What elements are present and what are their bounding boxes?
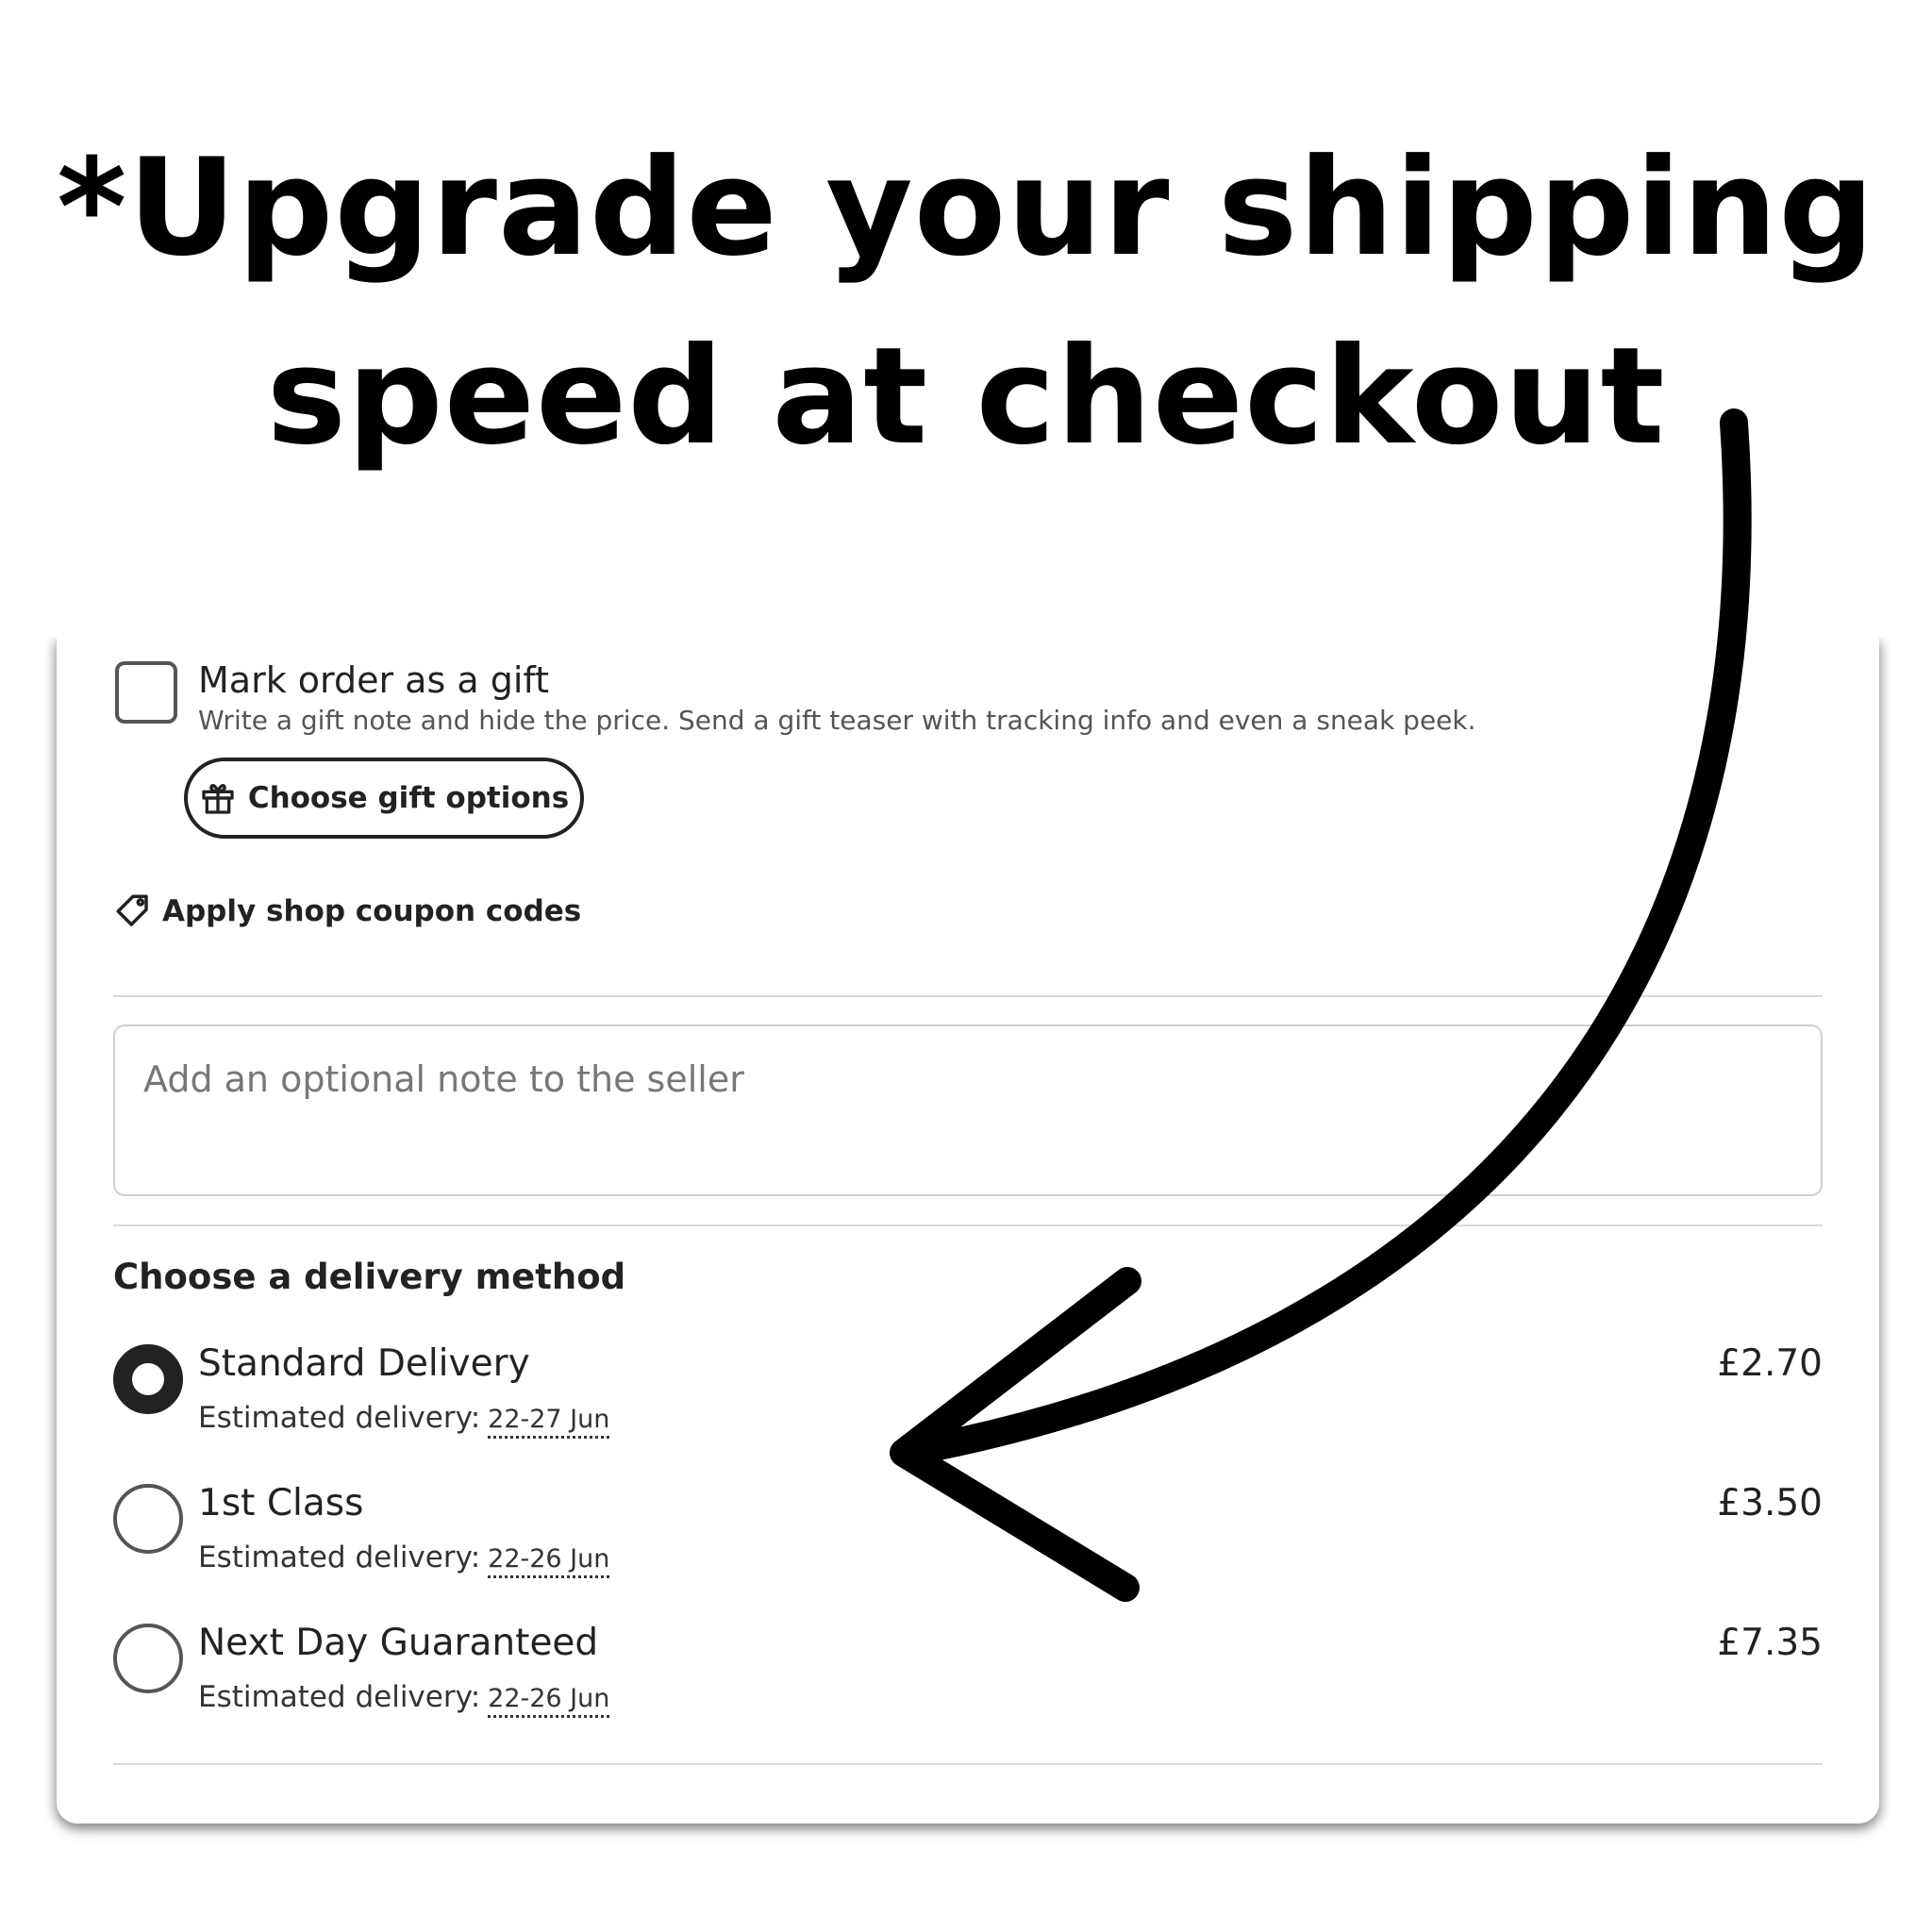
estimated-delivery: Estimated delivery: 22-27 Jun [198, 1401, 610, 1439]
delivery-radio-next-day[interactable] [113, 1624, 183, 1693]
delivery-method-heading: Choose a delivery method [113, 1257, 626, 1297]
delivery-option-name: 1st Class [198, 1482, 364, 1524]
delivery-radio-1st-class[interactable] [113, 1484, 183, 1554]
section-divider [113, 995, 1823, 997]
apply-coupon-label: Apply shop coupon codes [162, 894, 582, 928]
promo-headline-line-2: speed at checkout [266, 319, 1666, 475]
estimated-delivery-date[interactable]: 22-26 Jun [488, 1544, 610, 1578]
section-divider [113, 1224, 1823, 1226]
checkout-card: Mark order as a gift Write a gift note a… [47, 618, 1889, 1824]
gift-description: Write a gift note and hide the price. Se… [198, 705, 1476, 736]
seller-note-placeholder: Add an optional note to the seller [143, 1058, 744, 1100]
estimated-delivery-date[interactable]: 22-26 Jun [488, 1684, 610, 1718]
delivery-option-1st-class[interactable]: 1st Class Estimated delivery: 22-26 Jun £… [57, 1482, 1879, 1614]
estimated-delivery-label: Estimated delivery: [198, 1541, 481, 1574]
gift-icon [199, 779, 237, 817]
delivery-option-price: £2.70 [1717, 1342, 1823, 1385]
gift-checkbox[interactable] [115, 661, 177, 724]
delivery-option-price: £7.35 [1717, 1622, 1823, 1664]
estimated-delivery-label: Estimated delivery: [198, 1680, 481, 1714]
delivery-option-name: Standard Delivery [198, 1342, 530, 1385]
apply-coupon-link[interactable]: Apply shop coupon codes [113, 891, 581, 931]
gift-checkbox-label: Mark order as a gift [198, 659, 550, 701]
choose-gift-options-label: Choose gift options [247, 781, 570, 815]
estimated-delivery-date[interactable]: 22-27 Jun [488, 1405, 610, 1439]
delivery-radio-standard[interactable] [113, 1344, 183, 1414]
delivery-option-next-day[interactable]: Next Day Guaranteed Estimated delivery: 2… [57, 1622, 1879, 1754]
delivery-option-name: Next Day Guaranteed [198, 1622, 599, 1664]
estimated-delivery-label: Estimated delivery: [198, 1401, 481, 1435]
section-divider [113, 1763, 1823, 1765]
delivery-option-standard[interactable]: Standard Delivery Estimated delivery: 22-… [57, 1342, 1879, 1474]
choose-gift-options-button[interactable]: Choose gift options [184, 758, 584, 839]
delivery-option-price: £3.50 [1717, 1482, 1823, 1524]
estimated-delivery: Estimated delivery: 22-26 Jun [198, 1680, 610, 1718]
tag-icon [113, 891, 153, 931]
promo-headline-line-1: *Upgrade your shipping [57, 130, 1875, 286]
estimated-delivery: Estimated delivery: 22-26 Jun [198, 1541, 610, 1578]
seller-note-textarea[interactable]: Add an optional note to the seller [113, 1024, 1823, 1196]
